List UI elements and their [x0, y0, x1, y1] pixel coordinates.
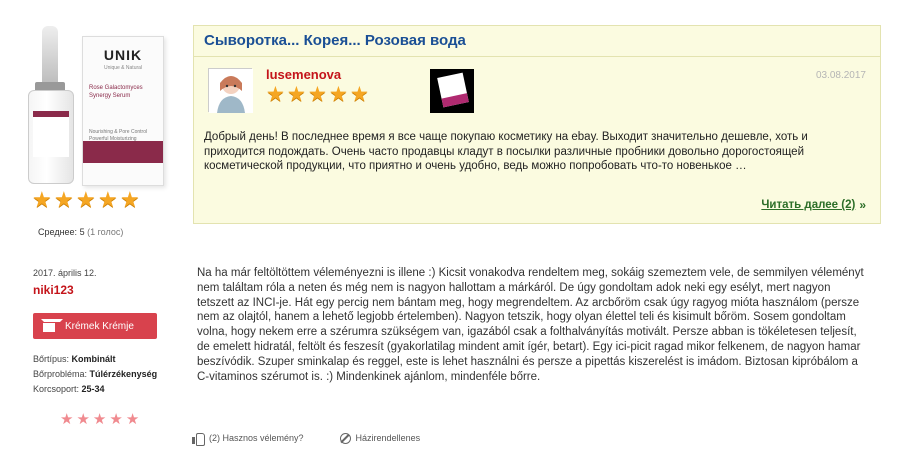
dropper-cap — [42, 26, 58, 86]
review-excerpt: Добрый день! В последнее время я все чащ… — [204, 131, 808, 172]
product-rating-stars: ★ ★ ★ ★ ★ — [32, 187, 140, 212]
star-icon: ★ — [329, 83, 348, 106]
attribute-value: Túlérzékenység — [89, 369, 158, 379]
review-author[interactable]: lusemenova — [266, 67, 341, 82]
product-brand: UNIK — [103, 47, 143, 63]
star-icon: ★ — [60, 411, 74, 428]
star-icon: ★ — [350, 83, 369, 106]
helpful-button[interactable]: (2) Hasznos vélemény? — [192, 432, 304, 446]
attribute-key: Bőrprobléma: — [33, 369, 88, 379]
average-value: 5 — [79, 227, 85, 237]
review-rating-stars: ★ ★ ★ ★ ★ — [266, 83, 369, 106]
vote-count: (1 голос) — [87, 227, 124, 237]
product-box: UNIK Unique & Natural Rose Galactomyces … — [82, 36, 164, 186]
report-button[interactable]: Házirendellenes — [339, 432, 421, 444]
attribute-row: Korcsoport: 25-34 — [33, 382, 157, 397]
star-icon: ★ — [98, 187, 118, 212]
serum-bottle — [28, 90, 74, 184]
star-icon: ★ — [120, 187, 140, 212]
product-name: Rose Galactomyces Synergy Serum — [89, 85, 143, 99]
reviewer-attributes: Bőrtípus: Kombinált Bőrprobléma: Túlérzé… — [33, 352, 157, 397]
thumbs-up-icon — [192, 432, 205, 446]
attribute-key: Bőrtípus: — [33, 354, 70, 364]
star-icon: ★ — [287, 83, 306, 106]
review-body: Na ha már feltöltöttem véleményezni is i… — [197, 267, 864, 383]
star-icon: ★ — [76, 187, 96, 212]
crown-icon — [41, 319, 63, 333]
review-author[interactable]: niki123 — [33, 283, 74, 297]
read-more-label[interactable]: Читать далее (2) — [761, 199, 855, 211]
average-label: Среднее: — [38, 227, 78, 237]
double-chevron-right-icon: » — [859, 198, 866, 212]
star-icon: ★ — [54, 187, 74, 212]
product-box-photo — [437, 72, 469, 108]
featured-review-card: Сыворотка... Корея... Розовая вода lusem… — [193, 25, 881, 224]
badge-label: Krémek Krémje — [65, 320, 134, 332]
avatar[interactable] — [208, 68, 253, 113]
attribute-row: Bőrprobléma: Túlérzékenység — [33, 367, 157, 382]
star-icon: ★ — [92, 411, 107, 428]
star-icon: ★ — [109, 411, 123, 428]
review-actions: (2) Hasznos vélemény? Házirendellenes — [192, 432, 421, 446]
review-title[interactable]: Сыворотка... Корея... Розовая вода — [204, 32, 466, 49]
avatar-illustration-icon — [209, 69, 253, 113]
read-more-link[interactable]: Читать далее (2) » — [761, 198, 866, 212]
average-rating: Среднее: 5 (1 голос) — [38, 227, 123, 237]
bottle-label — [33, 111, 69, 157]
reviewer-badge: Krémek Krémje — [33, 313, 157, 339]
review-photo-thumbnail[interactable] — [430, 69, 474, 113]
review-date: 2017. április 12. — [33, 268, 97, 278]
star-icon: ★ — [32, 187, 52, 212]
star-icon: ★ — [308, 83, 327, 106]
product-box-band — [83, 141, 163, 163]
star-icon: ★ — [125, 411, 140, 428]
attribute-value: Kombinált — [71, 354, 116, 364]
review-rating-stars: ★ ★ ★ ★ ★ — [60, 412, 139, 427]
attribute-value: 25-34 — [81, 384, 105, 394]
attribute-key: Korcsoport: — [33, 384, 80, 394]
star-icon: ★ — [76, 411, 90, 428]
review-date: 03.08.2017 — [815, 70, 866, 81]
divider — [194, 56, 880, 57]
attribute-row: Bőrtípus: Kombinált — [33, 352, 157, 367]
helpful-label[interactable]: (2) Hasznos vélemény? — [209, 433, 304, 443]
ban-icon — [339, 432, 351, 444]
report-label[interactable]: Házirendellenes — [356, 433, 421, 443]
product-image: UNIK Unique & Natural Rose Galactomyces … — [20, 18, 170, 188]
star-icon: ★ — [266, 83, 285, 106]
